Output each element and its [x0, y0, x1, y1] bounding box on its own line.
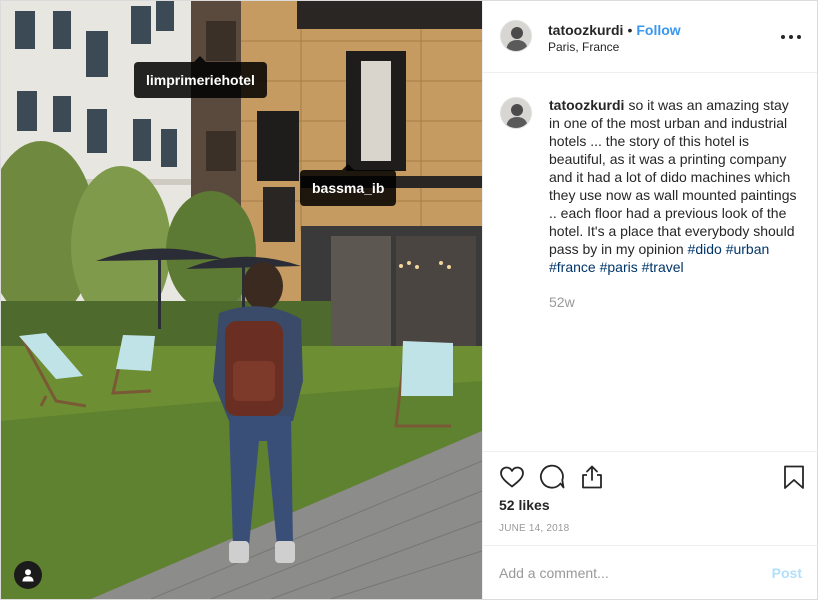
post-header: tatoozkurdi • Follow Paris, France [483, 1, 817, 73]
photo-tag-label: bassma_ib [312, 180, 385, 196]
hashtag-link[interactable]: #paris [600, 259, 638, 275]
more-dot [781, 35, 785, 39]
profile-photo-icon [501, 21, 531, 51]
profile-photo-icon [501, 98, 531, 128]
follow-button[interactable]: Follow [636, 22, 680, 38]
more-options-icon[interactable] [781, 27, 801, 47]
show-tags-button[interactable] [14, 561, 42, 589]
comment-input[interactable] [499, 563, 739, 583]
post-date[interactable]: June 14, 2018 [499, 523, 569, 534]
avatar[interactable] [500, 20, 532, 52]
action-icons [499, 464, 804, 490]
photo-tag-limprimeriehotel[interactable]: limprimeriehotel [134, 56, 267, 98]
more-dot [789, 35, 793, 39]
caption-age[interactable]: 52w [549, 294, 802, 310]
more-dot [797, 35, 801, 39]
header-username[interactable]: tatoozkurdi [548, 22, 623, 38]
hashtag-link[interactable]: #urban [726, 241, 770, 257]
comment-icon[interactable] [539, 464, 565, 490]
hashtag-link[interactable]: #dido [688, 241, 722, 257]
share-icon[interactable] [579, 464, 605, 490]
comments-area: tatoozkurdi so it was an amazing stay in … [483, 73, 818, 451]
likes-count[interactable]: 52 likes [499, 497, 550, 513]
hashtag-link[interactable]: #travel [642, 259, 684, 275]
add-comment-bar: Post [483, 545, 818, 599]
avatar[interactable] [500, 97, 532, 129]
post-actions: 52 likes June 14, 2018 [483, 451, 818, 545]
header-user-line: tatoozkurdi • Follow [548, 21, 681, 39]
post-caption: tatoozkurdi so it was an amazing stay in … [549, 96, 802, 276]
post-comment-button[interactable]: Post [772, 565, 802, 581]
post-photo[interactable]: limprimeriehotel bassma_ib [1, 1, 482, 599]
separator: • [627, 22, 633, 38]
caption-text: so it was an amazing stay in one of the … [549, 97, 797, 257]
instagram-post: limprimeriehotel bassma_ib tatoozkurdi • F… [0, 0, 818, 600]
person-icon [22, 569, 34, 582]
location-link[interactable]: Paris, France [548, 39, 619, 55]
bookmark-icon[interactable] [781, 464, 807, 490]
photo-tag-bassma-ib[interactable]: bassma_ib [300, 164, 397, 206]
photo-tag-label: limprimeriehotel [146, 72, 255, 88]
heart-icon[interactable] [499, 464, 525, 490]
post-side-panel: tatoozkurdi • Follow Paris, France tatoozk… [482, 1, 818, 599]
caption-username[interactable]: tatoozkurdi [549, 97, 624, 113]
hashtag-link[interactable]: #france [549, 259, 596, 275]
